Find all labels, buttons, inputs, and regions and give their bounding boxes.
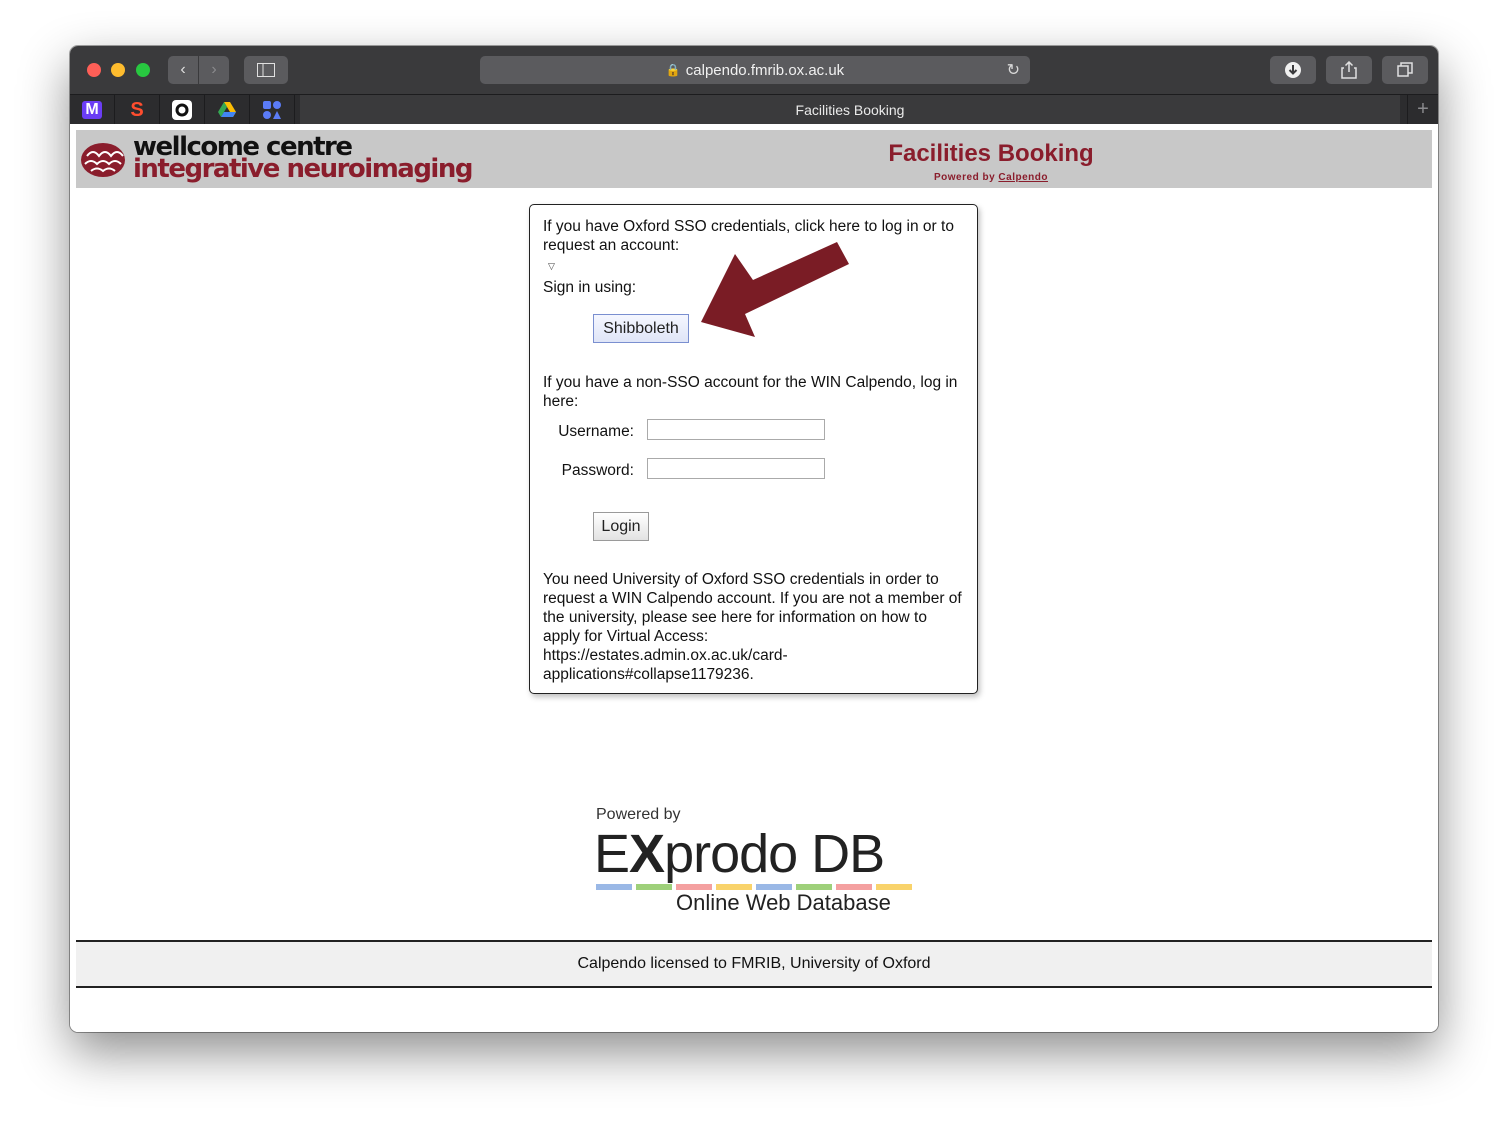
exprodo-wordmark-rest: prodo DB — [664, 824, 885, 884]
password-input[interactable] — [647, 458, 825, 479]
forward-button[interactable]: › — [199, 56, 229, 84]
favorite-github[interactable] — [160, 95, 205, 125]
url-text: calpendo.fmrib.ox.ac.uk — [685, 61, 845, 79]
login-button[interactable]: Login — [593, 512, 649, 541]
powered-by-label: Powered by — [934, 172, 996, 183]
tab-overview-button[interactable] — [1382, 56, 1428, 84]
favorite-drive[interactable] — [205, 95, 250, 125]
downloads-button[interactable] — [1270, 56, 1316, 84]
exprodo-wordmark-e: E — [594, 824, 630, 884]
shibboleth-button[interactable]: Shibboleth — [593, 314, 689, 343]
info-url-line-2: applications#collapse1179236. — [543, 666, 754, 683]
favorite-apps[interactable] — [250, 95, 295, 125]
favorite-m[interactable]: M — [70, 95, 115, 125]
disclosure-triangle-icon[interactable]: ▽ — [548, 261, 555, 272]
browser-window: ‹ › 🔒 calpendo.fmrib.ox.ac.uk ↻ M S Faci… — [70, 46, 1438, 1032]
info-url-line-1: https://estates.admin.ox.ac.uk/card- — [543, 647, 788, 664]
drive-icon — [218, 102, 236, 117]
reload-icon[interactable]: ↻ — [1007, 60, 1020, 80]
plus-icon: + — [1417, 98, 1429, 120]
new-tab-button[interactable]: + — [1407, 95, 1438, 125]
password-label: Password: — [561, 462, 634, 479]
username-label: Username: — [558, 423, 634, 440]
sso-info-text: You need University of Oxford SSO creden… — [543, 570, 968, 684]
tabs-icon — [1397, 62, 1413, 77]
title-bar: ‹ › 🔒 calpendo.fmrib.ox.ac.uk ↻ — [70, 46, 1438, 94]
share-icon — [1341, 61, 1357, 79]
minimize-window-button[interactable] — [111, 63, 125, 77]
github-icon — [172, 100, 192, 120]
address-bar[interactable]: 🔒 calpendo.fmrib.ox.ac.uk ↻ — [480, 56, 1030, 84]
site-header: wellcome centre integrative neuroimaging… — [76, 130, 1432, 188]
non-sso-instructions: If you have a non-SSO account for the WI… — [543, 374, 958, 410]
logo-line-2: integrative neuroimaging — [133, 154, 473, 184]
brain-logo-icon — [81, 143, 125, 177]
powered-by-line: Powered by Calpendo — [776, 172, 1206, 183]
tab-title: Facilities Booking — [795, 102, 905, 118]
m-logo-icon: M — [82, 101, 102, 119]
calpendo-link[interactable]: Calpendo — [998, 172, 1048, 183]
zoom-window-button[interactable] — [136, 63, 150, 77]
footer-text: Calpendo licensed to FMRIB, University o… — [577, 955, 931, 972]
apps-icon — [263, 101, 281, 119]
username-input[interactable] — [647, 419, 825, 440]
info-body: You need University of Oxford SSO creden… — [543, 571, 962, 645]
chevron-right-icon: › — [211, 61, 217, 78]
close-window-button[interactable] — [87, 63, 101, 77]
page-content: wellcome centre integrative neuroimaging… — [70, 124, 1438, 1032]
sidebar-icon — [257, 63, 275, 77]
chevron-left-icon: ‹ — [180, 61, 186, 78]
page-title: Facilities Booking — [888, 140, 1094, 167]
share-button[interactable] — [1326, 56, 1372, 84]
favorite-s[interactable]: S — [115, 95, 160, 125]
exprodo-wordmark: EXprodo DB — [594, 824, 885, 884]
download-icon — [1285, 62, 1301, 78]
active-tab[interactable]: Facilities Booking — [300, 95, 1400, 125]
s-logo-icon: S — [130, 98, 144, 121]
tab-bar: M S Facilities Booking + — [70, 94, 1438, 125]
back-button[interactable]: ‹ — [168, 56, 198, 84]
exprodo-tagline: Online Web Database — [676, 890, 891, 915]
lock-icon: 🔒 — [665, 63, 681, 77]
page-footer: Calpendo licensed to FMRIB, University o… — [76, 940, 1432, 988]
exprodo-wordmark-x: X — [629, 824, 665, 884]
exprodo-powered-by: Powered by — [596, 806, 681, 823]
sidebar-toggle-button[interactable] — [244, 56, 288, 84]
exprodo-logo: Powered by EXprodo DB Online Web Databas… — [590, 800, 920, 920]
annotation-arrow-icon — [701, 242, 849, 337]
